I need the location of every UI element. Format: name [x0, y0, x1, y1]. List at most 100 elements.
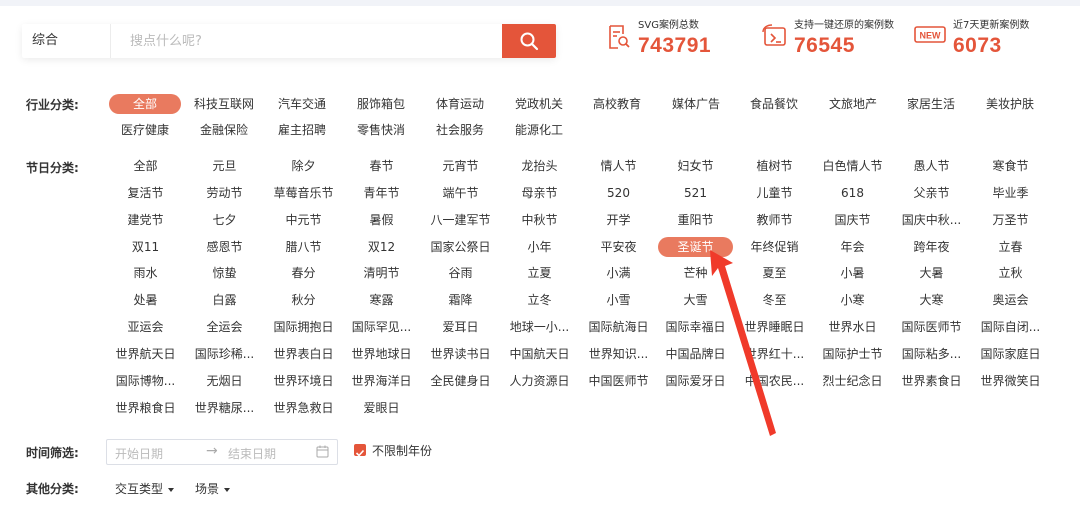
festival-tag[interactable]: 毕业季 — [973, 183, 1048, 203]
search-button[interactable] — [502, 24, 556, 58]
festival-tag[interactable]: 烈士纪念日 — [815, 371, 890, 391]
festival-tag[interactable]: 国际爱牙日 — [658, 371, 733, 391]
festival-tag[interactable]: 情人节 — [581, 156, 656, 176]
festival-tag[interactable]: 春节 — [344, 156, 419, 176]
festival-tag[interactable]: 中元节 — [266, 210, 341, 230]
festival-tag[interactable]: 重阳节 — [658, 210, 733, 230]
festival-tag[interactable]: 秋分 — [266, 290, 341, 310]
festival-tag[interactable]: 母亲节 — [502, 183, 577, 203]
festival-tag[interactable]: 中国航天日 — [502, 344, 577, 364]
festival-tag[interactable]: 年会 — [815, 237, 890, 257]
festival-tag[interactable]: 521 — [658, 183, 733, 203]
festival-tag[interactable]: 国家公祭日 — [423, 237, 498, 257]
festival-tag[interactable]: 全运会 — [187, 317, 262, 337]
festival-tag[interactable]: 国际自闭... — [973, 317, 1048, 337]
festival-tag[interactable]: 开学 — [581, 210, 656, 230]
festival-tag[interactable]: 国际博物... — [108, 371, 183, 391]
festival-tag[interactable]: 寒食节 — [973, 156, 1048, 176]
festival-tag[interactable]: 妇女节 — [658, 156, 733, 176]
festival-tag[interactable]: 世界糖尿... — [187, 398, 262, 418]
festival-tag[interactable]: 世界水日 — [815, 317, 890, 337]
festival-tag[interactable]: 小雪 — [581, 290, 656, 310]
industry-tag[interactable]: 能源化工 — [503, 120, 575, 140]
festival-tag[interactable]: 愚人节 — [894, 156, 969, 176]
search-category-select[interactable]: 综合 — [22, 24, 111, 58]
festival-tag[interactable]: 感恩节 — [187, 237, 262, 257]
festival-tag[interactable]: 全民健身日 — [423, 371, 498, 391]
festival-tag[interactable]: 复活节 — [108, 183, 183, 203]
festival-tag[interactable]: 无烟日 — [187, 371, 262, 391]
festival-tag[interactable]: 人力资源日 — [502, 371, 577, 391]
festival-tag[interactable]: 清明节 — [344, 263, 419, 283]
festival-tag[interactable]: 惊蛰 — [187, 263, 262, 283]
festival-tag[interactable]: 世界读书日 — [423, 344, 498, 364]
festival-tag[interactable]: 国际航海日 — [581, 317, 656, 337]
search-input[interactable] — [111, 24, 502, 58]
festival-tag[interactable]: 中国品牌日 — [658, 344, 733, 364]
festival-tag[interactable]: 国庆中秋... — [894, 210, 969, 230]
industry-tag[interactable]: 零售快消 — [345, 120, 417, 140]
industry-tag[interactable]: 雇主招聘 — [266, 120, 338, 140]
festival-tag[interactable]: 地球一小... — [502, 317, 577, 337]
festival-tag[interactable]: 520 — [581, 183, 656, 203]
festival-tag[interactable]: 大雪 — [658, 290, 733, 310]
industry-tag[interactable]: 美妆护肤 — [974, 94, 1046, 114]
festival-tag[interactable]: 世界微笑日 — [973, 371, 1048, 391]
festival-tag[interactable]: 夏至 — [737, 263, 812, 283]
industry-tag[interactable]: 食品餐饮 — [738, 94, 810, 114]
industry-tag[interactable]: 全部 — [109, 94, 181, 114]
festival-tag[interactable]: 世界表白日 — [266, 344, 341, 364]
festival-tag[interactable]: 草莓音乐节 — [266, 183, 341, 203]
festival-tag[interactable]: 国际医师节 — [894, 317, 969, 337]
industry-tag[interactable]: 媒体广告 — [660, 94, 732, 114]
festival-tag[interactable]: 世界睡眠日 — [737, 317, 812, 337]
industry-tag[interactable]: 高校教育 — [581, 94, 653, 114]
festival-tag[interactable]: 元宵节 — [423, 156, 498, 176]
industry-tag[interactable]: 社会服务 — [424, 120, 496, 140]
industry-tag[interactable]: 党政机关 — [503, 94, 575, 114]
festival-tag[interactable]: 寒露 — [344, 290, 419, 310]
industry-tag[interactable]: 金融保险 — [188, 120, 260, 140]
festival-tag[interactable]: 世界地球日 — [344, 344, 419, 364]
festival-tag[interactable]: 国际护士节 — [815, 344, 890, 364]
festival-tag[interactable]: 跨年夜 — [894, 237, 969, 257]
festival-tag[interactable]: 世界知识... — [581, 344, 656, 364]
festival-tag[interactable]: 平安夜 — [581, 237, 656, 257]
unlimited-year-label[interactable]: 不限制年份 — [372, 442, 432, 459]
festival-tag[interactable]: 七夕 — [187, 210, 262, 230]
festival-tag[interactable]: 小寒 — [815, 290, 890, 310]
festival-tag[interactable]: 国庆节 — [815, 210, 890, 230]
festival-tag[interactable]: 圣诞节 — [658, 237, 733, 257]
festival-tag[interactable]: 世界环境日 — [266, 371, 341, 391]
date-range-picker[interactable]: 开始日期 → 结束日期 — [106, 439, 338, 465]
festival-tag[interactable]: 霜降 — [423, 290, 498, 310]
festival-tag[interactable]: 世界素食日 — [894, 371, 969, 391]
festival-tag[interactable]: 万圣节 — [973, 210, 1048, 230]
scene-dropdown[interactable]: 场景 — [195, 480, 231, 497]
start-date-input[interactable]: 开始日期 — [115, 445, 163, 462]
festival-tag[interactable]: 世界航天日 — [108, 344, 183, 364]
festival-tag[interactable]: 奥运会 — [973, 290, 1048, 310]
festival-tag[interactable]: 芒种 — [658, 263, 733, 283]
festival-tag[interactable]: 爱耳日 — [423, 317, 498, 337]
industry-tag[interactable]: 体育运动 — [424, 94, 496, 114]
festival-tag[interactable]: 青年节 — [344, 183, 419, 203]
festival-tag[interactable]: 腊八节 — [266, 237, 341, 257]
festival-tag[interactable]: 儿童节 — [737, 183, 812, 203]
end-date-input[interactable]: 结束日期 — [228, 445, 276, 462]
interaction-type-dropdown[interactable]: 交互类型 — [115, 480, 175, 497]
festival-tag[interactable]: 立秋 — [973, 263, 1048, 283]
festival-tag[interactable]: 春分 — [266, 263, 341, 283]
festival-tag[interactable]: 立夏 — [502, 263, 577, 283]
festival-tag[interactable]: 世界海洋日 — [344, 371, 419, 391]
festival-tag[interactable]: 建党节 — [108, 210, 183, 230]
festival-tag[interactable]: 国际粘多... — [894, 344, 969, 364]
festival-tag[interactable]: 元旦 — [187, 156, 262, 176]
festival-tag[interactable]: 年终促销 — [737, 237, 812, 257]
festival-tag[interactable]: 父亲节 — [894, 183, 969, 203]
festival-tag[interactable]: 八一建军节 — [423, 210, 498, 230]
festival-tag[interactable]: 处暑 — [108, 290, 183, 310]
industry-tag[interactable]: 服饰箱包 — [345, 94, 417, 114]
festival-tag[interactable]: 世界红十... — [737, 344, 812, 364]
festival-tag[interactable]: 中国医师节 — [581, 371, 656, 391]
